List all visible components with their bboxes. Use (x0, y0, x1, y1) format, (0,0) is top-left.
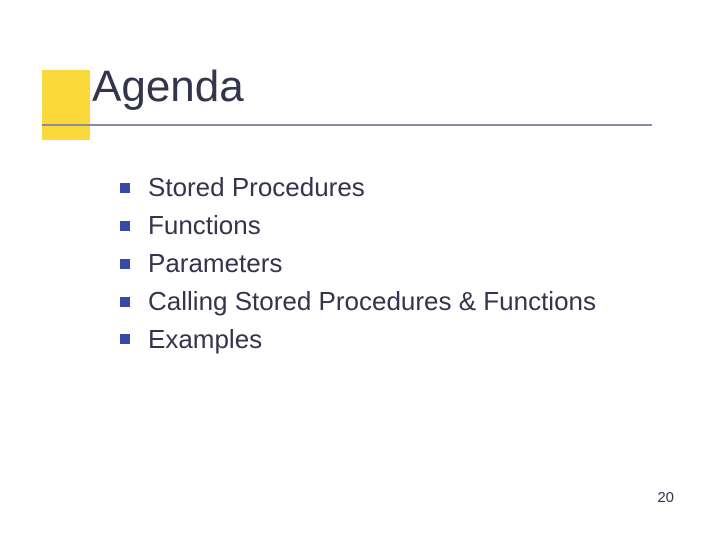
title-accent-block (42, 70, 90, 140)
page-number: 20 (657, 489, 674, 506)
list-item: Stored Procedures (120, 170, 680, 206)
square-bullet-icon (120, 334, 130, 344)
list-item-label: Calling Stored Procedures & Functions (148, 284, 596, 320)
list-item-label: Functions (148, 208, 261, 244)
list-item-label: Parameters (148, 246, 282, 282)
list-item: Functions (120, 208, 680, 244)
square-bullet-icon (120, 183, 130, 193)
list-item-label: Stored Procedures (148, 170, 365, 206)
title-underline (42, 124, 652, 126)
square-bullet-icon (120, 221, 130, 231)
list-item: Examples (120, 322, 680, 358)
list-item-label: Examples (148, 322, 262, 358)
list-item: Calling Stored Procedures & Functions (120, 284, 680, 320)
slide-title: Agenda (92, 62, 244, 112)
slide: Agenda Stored Procedures Functions Param… (0, 0, 720, 540)
slide-header: Agenda (0, 0, 720, 62)
slide-body: Stored Procedures Functions Parameters C… (120, 170, 680, 359)
square-bullet-icon (120, 297, 130, 307)
square-bullet-icon (120, 259, 130, 269)
list-item: Parameters (120, 246, 680, 282)
